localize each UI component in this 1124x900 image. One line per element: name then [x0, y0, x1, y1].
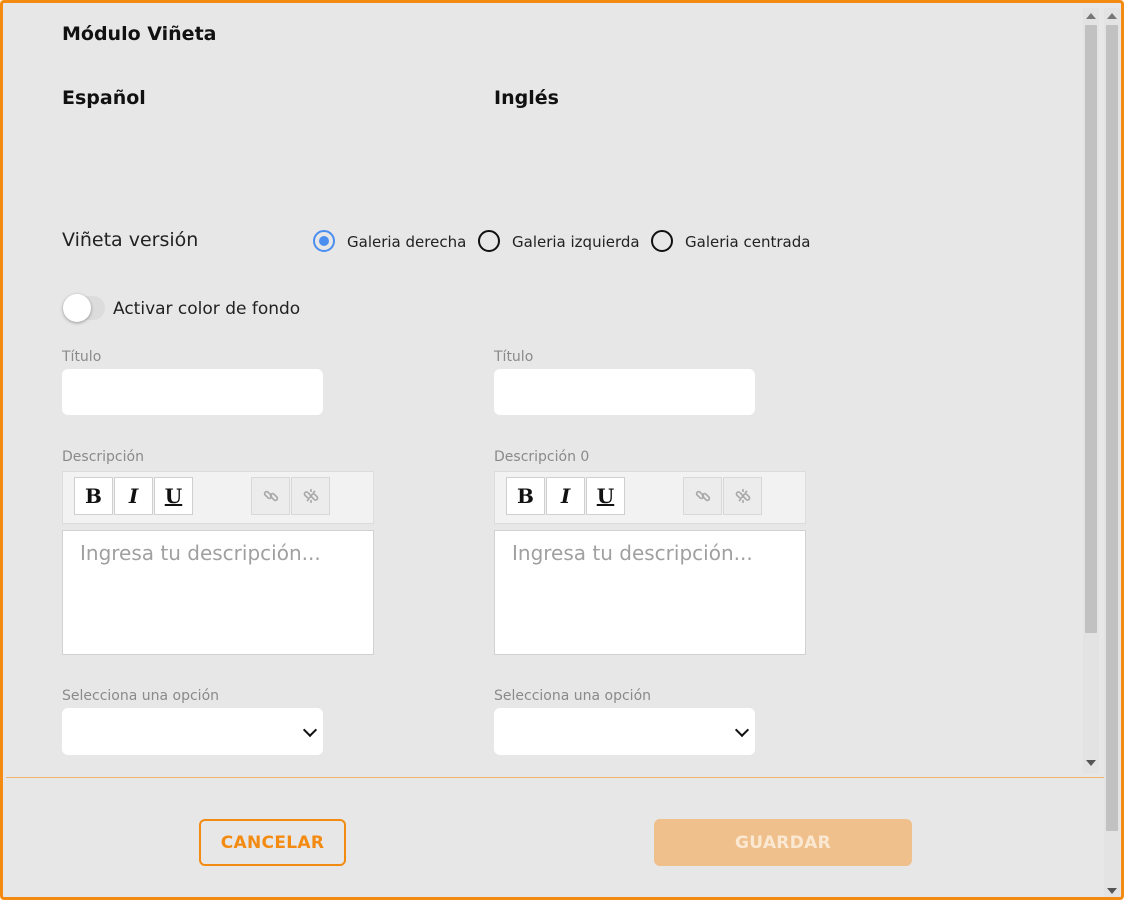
- chevron-down-icon: [302, 722, 318, 738]
- content-scrollbar[interactable]: [1083, 8, 1099, 773]
- description-label-es: Descripción: [62, 449, 144, 465]
- version-label: Viñeta versión: [62, 229, 199, 251]
- radio-label-galeria-centrada: Galeria centrada: [685, 233, 811, 251]
- save-button[interactable]: GUARDAR: [654, 819, 912, 866]
- description-label-en: Descripción 0: [494, 449, 590, 465]
- scroll-up-arrow-icon[interactable]: [1086, 13, 1096, 19]
- modal-content: Módulo Viñeta Español Inglés Viñeta vers…: [3, 3, 1107, 897]
- toggle-knob: [63, 294, 91, 322]
- description-editor-en[interactable]: Ingresa tu descripción...: [494, 530, 806, 655]
- module-modal: Módulo Viñeta Español Inglés Viñeta vers…: [0, 0, 1124, 900]
- select-label-es: Selecciona una opción: [62, 688, 220, 704]
- scroll-down-arrow-icon[interactable]: [1086, 760, 1096, 766]
- chevron-down-icon: [734, 722, 750, 738]
- editor-toolbar-es: B I U: [62, 471, 374, 524]
- title-input-es[interactable]: [62, 369, 323, 415]
- modal-scrollbar[interactable]: [1104, 8, 1120, 897]
- unlink-icon[interactable]: [723, 477, 762, 515]
- radio-galeria-derecha[interactable]: [313, 230, 335, 252]
- bold-button[interactable]: B: [74, 477, 113, 515]
- scroll-down-arrow-icon[interactable]: [1107, 888, 1117, 894]
- link-icon[interactable]: [251, 477, 290, 515]
- option-select-es[interactable]: [62, 708, 323, 755]
- link-icon[interactable]: [683, 477, 722, 515]
- italic-button[interactable]: I: [114, 477, 153, 515]
- description-editor-es[interactable]: Ingresa tu descripción...: [62, 530, 374, 655]
- select-label-en: Selecciona una opción: [494, 688, 652, 704]
- background-color-toggle[interactable]: [63, 294, 105, 322]
- title-label-en: Título: [494, 349, 534, 365]
- scroll-up-arrow-icon[interactable]: [1107, 13, 1117, 19]
- footer-divider: [6, 777, 1107, 778]
- italic-button[interactable]: I: [546, 477, 585, 515]
- editor-toolbar-en: B I U: [494, 471, 806, 524]
- column-heading-english: Inglés: [494, 87, 559, 109]
- title-input-en[interactable]: [494, 369, 755, 415]
- unlink-icon[interactable]: [291, 477, 330, 515]
- radio-galeria-izquierda[interactable]: [478, 230, 500, 252]
- radio-label-galeria-izquierda: Galeria izquierda: [512, 233, 640, 251]
- modal-title: Módulo Viñeta: [62, 23, 217, 45]
- toggle-label: Activar color de fondo: [113, 299, 301, 319]
- bold-button[interactable]: B: [506, 477, 545, 515]
- radio-galeria-centrada[interactable]: [651, 230, 673, 252]
- underline-button[interactable]: U: [586, 477, 625, 515]
- content-scrollbar-thumb[interactable]: [1085, 25, 1097, 633]
- underline-button[interactable]: U: [154, 477, 193, 515]
- modal-scrollbar-thumb[interactable]: [1106, 25, 1118, 831]
- column-heading-spanish: Español: [62, 87, 146, 109]
- option-select-en[interactable]: [494, 708, 755, 755]
- radio-label-galeria-derecha: Galeria derecha: [347, 233, 467, 251]
- cancel-button[interactable]: CANCELAR: [199, 819, 346, 866]
- title-label-es: Título: [62, 349, 102, 365]
